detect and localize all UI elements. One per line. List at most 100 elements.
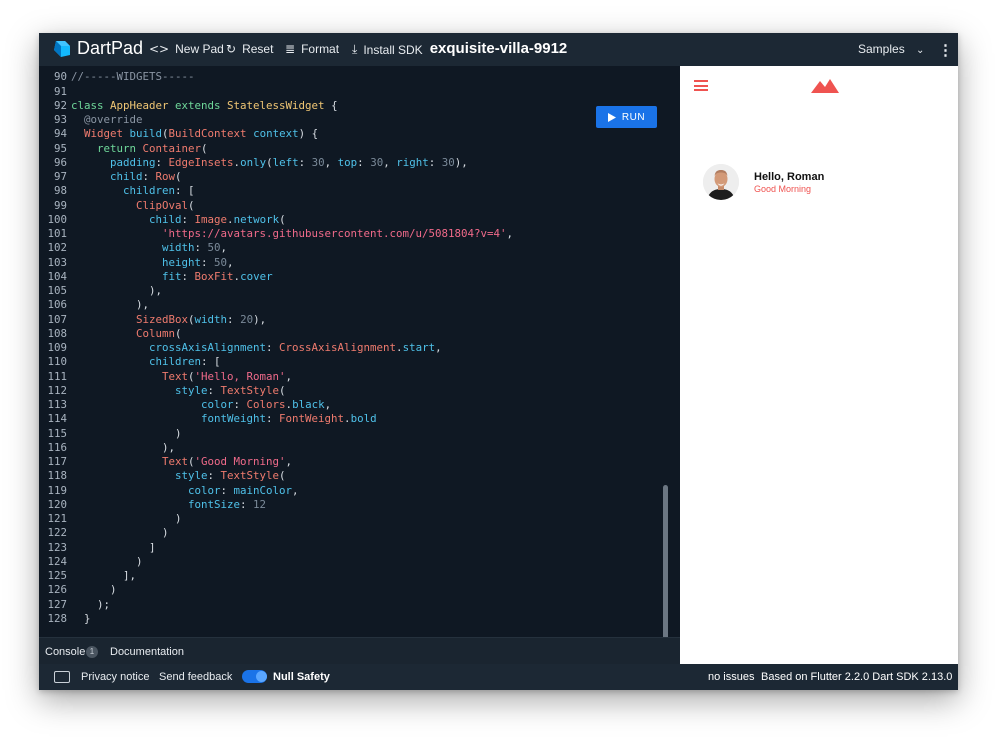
code-token: ) { [298, 127, 319, 141]
code-line: 94 Widget build(BuildContext context) { [39, 127, 680, 141]
code-line: 127 ); [39, 598, 680, 612]
code-token: return [71, 141, 143, 155]
code-token: : [233, 398, 247, 411]
more-vertical-icon[interactable]: ⋮ [938, 41, 953, 59]
line-number: 106 [47, 298, 67, 312]
code-token: top [337, 155, 358, 169]
code-token: right [396, 155, 429, 169]
line-number: 119 [47, 483, 67, 497]
code-token: , [227, 255, 234, 269]
code-token: AppHeader [110, 98, 176, 112]
code-token: fontSize [71, 497, 241, 511]
pad-name[interactable]: exquisite-villa-9912 [430, 40, 568, 57]
new-pad-button[interactable]: <> New Pad [149, 42, 224, 56]
line-number: 122 [47, 526, 67, 540]
code-token: width [71, 241, 195, 255]
code-line: 96 padding: EdgeInsets.only(left: 30, to… [39, 156, 680, 170]
code-token: 'Good Morning' [194, 455, 286, 468]
code-line: 98 children: [ [39, 184, 680, 198]
code-line: 111 Text('Hello, Roman', [39, 370, 680, 384]
line-number: 93 [53, 113, 67, 126]
code-token: cover [240, 269, 273, 283]
code-token: CrossAxisAlignment [279, 341, 397, 354]
code-token: ), [71, 298, 150, 312]
line-number: 114 [47, 412, 67, 426]
line-number: 96 [53, 155, 67, 169]
code-token: 30 [311, 155, 325, 169]
format-button[interactable]: ≣ Format [285, 42, 339, 56]
keyboard-icon[interactable] [54, 671, 70, 683]
code-token: } [71, 611, 91, 625]
code-editor[interactable]: 89--90//-----WIDGETS-----9192class AppHe… [39, 66, 680, 637]
code-token: ), [454, 155, 468, 169]
code-token: 50 [214, 255, 228, 269]
code-token: ); [71, 597, 111, 611]
editor-scrollbar[interactable] [663, 485, 668, 662]
code-line: 100 child: Image.network( [39, 213, 680, 227]
code-line: 110 children: [ [39, 355, 680, 369]
line-number: 98 [53, 184, 67, 198]
code-token: FontWeight [279, 412, 345, 426]
line-number: 107 [47, 312, 67, 326]
code-token: style [71, 383, 208, 397]
code-token: context [253, 127, 299, 141]
code-token: : [ [175, 184, 195, 198]
code-token: Image [194, 212, 228, 226]
code-line: 114 fontWeight: FontWeight.bold [39, 412, 680, 426]
null-safety-toggle[interactable] [242, 670, 267, 683]
console-tab[interactable]: Console [45, 646, 85, 658]
sdk-version: Based on Flutter 2.2.0 Dart SDK 2.13.0 [761, 671, 953, 683]
code-line: 126 ) [39, 583, 680, 597]
line-number: 92 [53, 98, 67, 112]
code-token: ( [175, 326, 182, 340]
line-number: 116 [47, 440, 67, 454]
code-line: 95 return Container( [39, 142, 680, 156]
reset-button[interactable]: ↻ Reset [226, 42, 273, 56]
code-token: , [383, 155, 397, 169]
menu-icon[interactable] [694, 80, 708, 91]
code-token: ), [71, 440, 176, 454]
code-token: start [402, 341, 436, 354]
line-number: 120 [47, 497, 67, 511]
code-line: 97 child: Row( [39, 170, 680, 184]
samples-dropdown[interactable]: Samples ⌄ [858, 42, 924, 56]
code-token: , [324, 155, 338, 169]
line-number: 123 [47, 540, 67, 554]
install-sdk-button[interactable]: ⤓ Install SDK [352, 42, 423, 57]
code-token: ( [188, 198, 195, 212]
code-token: : [428, 155, 442, 169]
line-number: 102 [47, 241, 67, 255]
line-number: 126 [47, 583, 67, 597]
code-line: 115 ) [39, 427, 680, 441]
run-button[interactable]: RUN [596, 106, 657, 128]
code-token: extends [175, 98, 228, 112]
code-token: 'https://avatars.githubusercontent.com/u… [71, 227, 507, 240]
code-token: { [324, 98, 338, 112]
samples-label: Samples [858, 42, 905, 56]
send-feedback-link[interactable]: Send feedback [159, 671, 232, 683]
code-line: 119 color: mainColor, [39, 484, 680, 498]
documentation-tab[interactable]: Documentation [110, 646, 184, 658]
code-line: 108 Column( [39, 327, 680, 341]
code-token: SizedBox [71, 312, 189, 326]
code-token: only [240, 155, 267, 169]
top-toolbar: DartPad <> New Pad ↻ Reset ≣ Format ⤓ In… [39, 33, 958, 66]
line-number: 111 [47, 369, 67, 383]
privacy-notice-link[interactable]: Privacy notice [81, 671, 149, 683]
code-token: ) [71, 554, 143, 568]
console-bar: Console 1 Documentation [39, 637, 680, 665]
line-number: 94 [53, 127, 67, 141]
line-number: 108 [47, 326, 67, 340]
code-token: : [357, 155, 371, 169]
issues-status: no issues [708, 671, 755, 683]
code-line: 123 ] [39, 541, 680, 555]
code-token: StatelessWidget [227, 98, 325, 112]
line-number: 91 [53, 84, 67, 98]
code-token: ( [175, 170, 182, 183]
code-token: class [71, 98, 111, 112]
play-icon [607, 112, 616, 122]
code-token: Colors [246, 398, 286, 411]
code-token: color [71, 483, 221, 497]
line-number: 110 [47, 355, 67, 369]
line-number: 127 [47, 597, 67, 611]
